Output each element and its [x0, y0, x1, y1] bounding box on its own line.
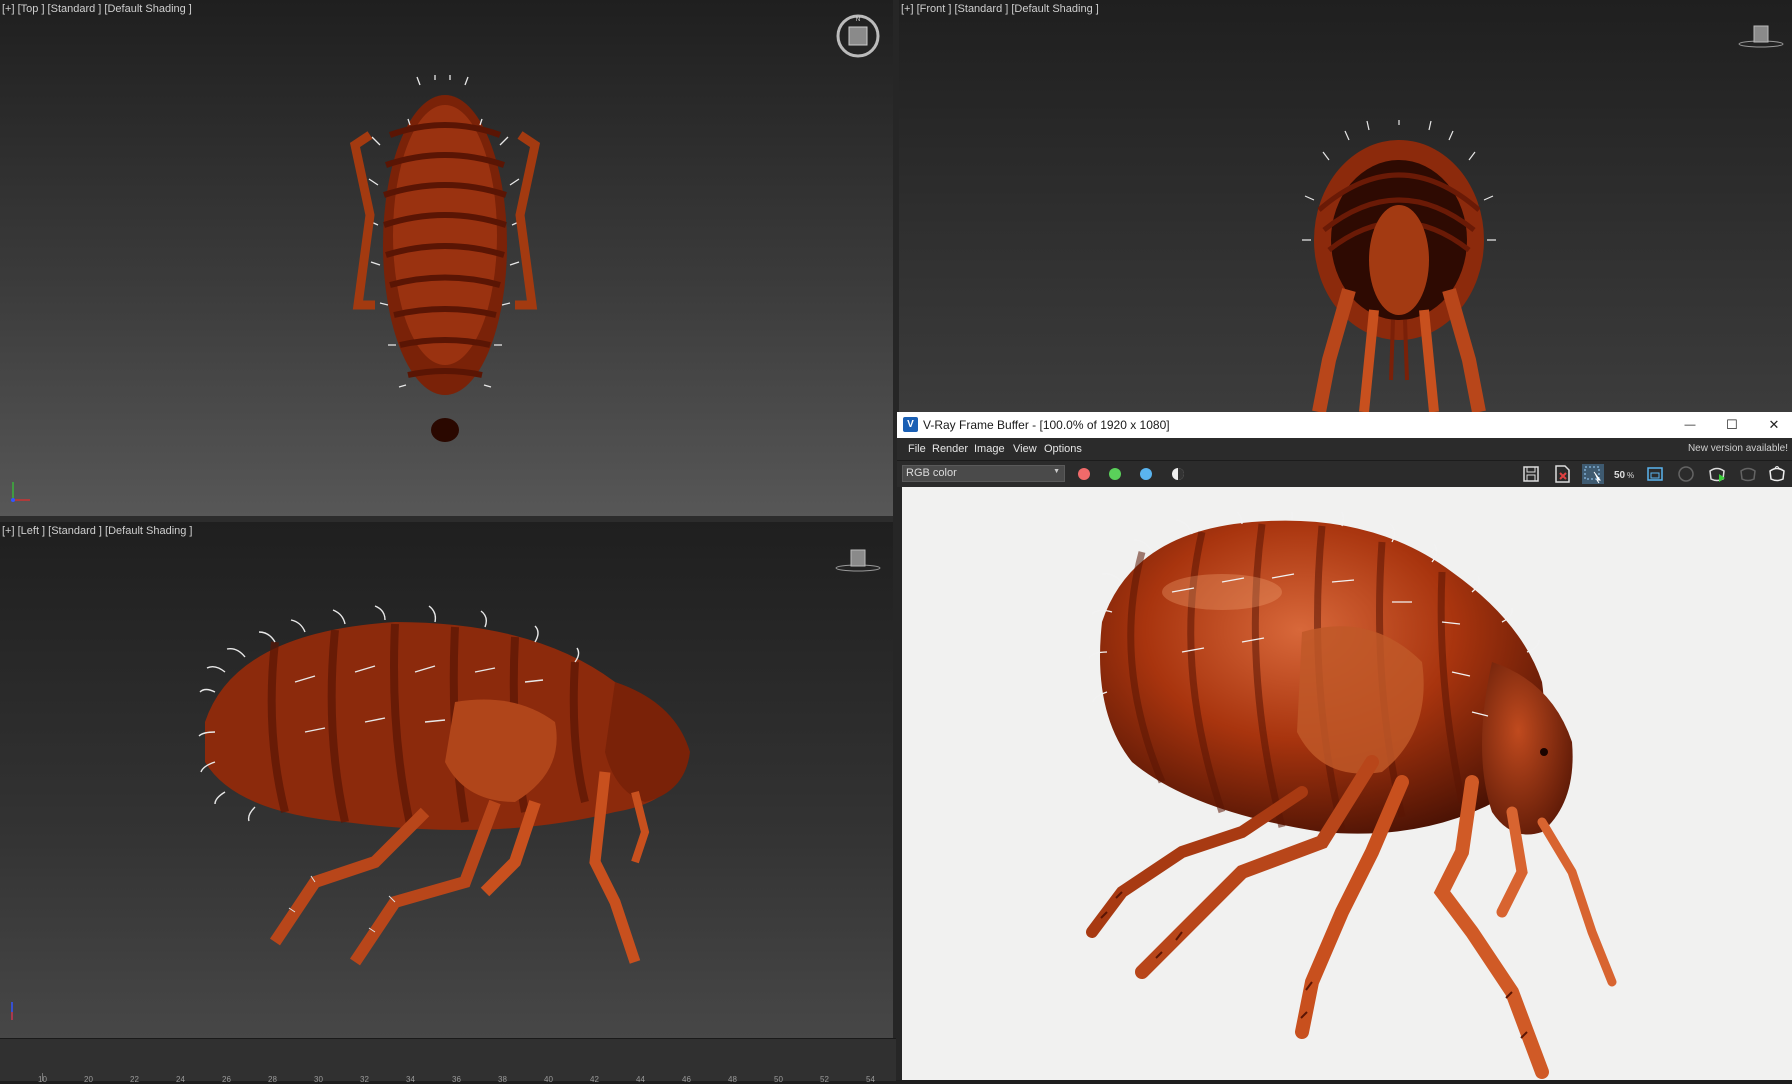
red-channel-toggle[interactable]	[1078, 468, 1090, 480]
clear-image-icon[interactable]	[1551, 464, 1573, 484]
rendered-image[interactable]	[902, 487, 1792, 1080]
channel-select[interactable]: RGB color ▼	[902, 465, 1065, 482]
flea-model-front	[1302, 120, 1496, 412]
viewport-label[interactable]: [+] [Top ] [Standard ] [Default Shading …	[2, 3, 192, 15]
mono-channel-icon[interactable]	[1167, 464, 1189, 484]
close-button[interactable]: ✕	[1754, 412, 1792, 438]
render-last-icon[interactable]	[1675, 464, 1697, 484]
new-version-notice[interactable]: New version available!	[1688, 443, 1788, 454]
menu-image[interactable]: Image	[974, 443, 1005, 455]
vfb-toolbar: RGB color ▼ 50 %	[897, 460, 1792, 487]
zoom-icon[interactable]: 50 %	[1613, 464, 1635, 484]
svg-text:%: %	[1627, 471, 1634, 480]
vray-logo-icon: V	[903, 417, 918, 432]
maximize-button[interactable]: ☐	[1712, 412, 1752, 438]
zoom-label: 50	[1614, 470, 1626, 481]
timeline-ruler[interactable]: 10 20 22 24 26 28 30 32 34 36 38 40 42 4…	[0, 1038, 896, 1084]
vray-frame-buffer-window[interactable]: V V-Ray Frame Buffer - [100.0% of 1920 x…	[897, 412, 1792, 1080]
blue-channel-toggle[interactable]	[1140, 468, 1152, 480]
viewport-divider[interactable]	[0, 516, 893, 522]
menu-view[interactable]: View	[1013, 443, 1037, 455]
render-icon[interactable]	[1766, 464, 1788, 484]
svg-text:N: N	[856, 17, 860, 23]
viewport-front[interactable]: [+] [Front ] [Standard ] [Default Shadin…	[899, 0, 1792, 412]
menu-render[interactable]: Render	[932, 443, 968, 455]
viewcube-icon[interactable]	[834, 544, 882, 574]
viewport-label[interactable]: [+] [Left ] [Standard ] [Default Shading…	[2, 525, 192, 537]
axis-gizmo-icon	[11, 1002, 13, 1020]
viewcube-icon[interactable]: N	[834, 12, 882, 60]
flea-model-left	[198, 605, 690, 966]
channel-select-value: RGB color	[906, 467, 957, 479]
interactive-render-icon[interactable]	[1706, 464, 1728, 484]
axis-gizmo-icon	[11, 482, 30, 502]
viewport-label[interactable]: [+] [Front ] [Standard ] [Default Shadin…	[901, 3, 1099, 15]
menu-options[interactable]: Options	[1044, 443, 1082, 455]
flea-model-top	[350, 75, 540, 442]
region-render-icon[interactable]	[1582, 464, 1604, 484]
save-icon[interactable]	[1520, 464, 1542, 484]
window-title-bar[interactable]: V V-Ray Frame Buffer - [100.0% of 1920 x…	[897, 412, 1792, 438]
flea-render	[1086, 512, 1617, 1079]
viewport-left[interactable]: [+] [Left ] [Standard ] [Default Shading…	[0, 522, 893, 1038]
stop-render-icon[interactable]	[1737, 464, 1759, 484]
green-channel-toggle[interactable]	[1109, 468, 1121, 480]
window-title: V-Ray Frame Buffer - [100.0% of 1920 x 1…	[923, 418, 1170, 432]
menu-file[interactable]: File	[908, 443, 926, 455]
viewport-top[interactable]: [+] [Top ] [Standard ] [Default Shading …	[0, 0, 893, 516]
viewcube-icon[interactable]	[1737, 20, 1785, 50]
chevron-down-icon: ▼	[1053, 468, 1060, 475]
lens-effects-icon[interactable]	[1644, 464, 1666, 484]
minimize-button[interactable]: —	[1670, 412, 1710, 438]
menu-bar: File Render Image View Options New versi…	[897, 438, 1792, 460]
